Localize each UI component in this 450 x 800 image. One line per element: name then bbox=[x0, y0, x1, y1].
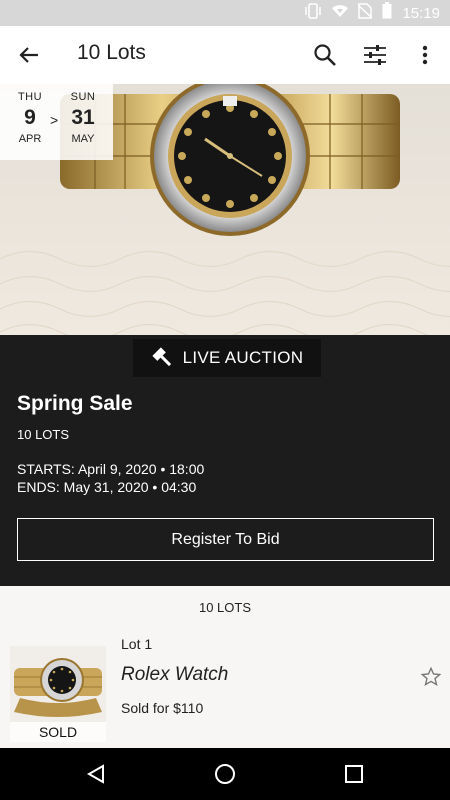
auction-info: LIVE AUCTION Spring Sale 10 LOTS STARTS:… bbox=[0, 335, 450, 586]
nav-home-button[interactable] bbox=[212, 761, 238, 787]
wifi-icon bbox=[332, 4, 349, 23]
back-arrow-icon bbox=[19, 47, 38, 63]
auction-dates: THU 9 APR > SUN 31 MAY bbox=[0, 84, 113, 160]
end-day-of-week: SUN bbox=[70, 91, 96, 103]
start-month: APR bbox=[18, 133, 42, 145]
battery-icon bbox=[382, 2, 392, 24]
end-month: MAY bbox=[71, 133, 95, 145]
auction-hero-image: THU 9 APR > SUN 31 MAY bbox=[0, 84, 450, 335]
no-sim-icon bbox=[357, 2, 373, 24]
sale-title: Spring Sale bbox=[17, 392, 133, 415]
app-bar: 10 Lots bbox=[0, 26, 450, 84]
home-circle-icon bbox=[215, 764, 235, 784]
start-day-of-week: THU bbox=[17, 91, 43, 103]
nav-back-button[interactable] bbox=[83, 761, 109, 787]
lots-list: 10 LOTS SOLD Lot 1 Rolex Watch Sold for … bbox=[0, 586, 450, 748]
live-auction-label: LIVE AUCTION bbox=[182, 348, 304, 367]
back-triangle-icon bbox=[86, 764, 104, 784]
filter-button[interactable] bbox=[360, 38, 390, 72]
system-nav-bar bbox=[0, 748, 450, 800]
live-auction-badge: LIVE AUCTION bbox=[133, 339, 321, 377]
more-options-button[interactable] bbox=[410, 38, 440, 72]
star-outline-icon bbox=[420, 666, 442, 687]
sold-badge: SOLD bbox=[10, 722, 106, 742]
start-date: THU 9 APR bbox=[12, 91, 48, 145]
app-actions bbox=[310, 38, 440, 72]
search-button[interactable] bbox=[310, 38, 340, 72]
status-bar: 15:19 bbox=[0, 0, 450, 26]
nav-recents-button[interactable] bbox=[341, 761, 367, 787]
register-to-bid-button[interactable]: Register To Bid bbox=[17, 518, 434, 561]
favorite-button[interactable] bbox=[420, 666, 442, 688]
page-title: 10 Lots bbox=[77, 41, 146, 64]
recents-square-icon bbox=[345, 765, 363, 783]
lot-price: Sold for $110 bbox=[121, 700, 204, 716]
lot-name: Rolex Watch bbox=[121, 664, 229, 685]
start-day: 9 bbox=[24, 106, 36, 129]
status-icons: 15:19 bbox=[304, 0, 440, 26]
sale-end-time: ENDS: May 31, 2020 • 04:30 bbox=[17, 479, 197, 495]
lot-number: Lot 1 bbox=[121, 636, 153, 652]
end-day: 31 bbox=[71, 106, 95, 129]
more-vert-icon bbox=[422, 45, 428, 65]
vibrate-icon bbox=[304, 2, 322, 24]
sale-start-time: STARTS: April 9, 2020 • 18:00 bbox=[17, 461, 205, 477]
filter-icon bbox=[364, 45, 386, 65]
list-item[interactable]: SOLD Lot 1 Rolex Watch Sold for $110 bbox=[0, 634, 450, 748]
sale-lot-count: 10 LOTS bbox=[17, 427, 70, 442]
gavel-icon bbox=[152, 347, 171, 367]
date-separator: > bbox=[50, 112, 59, 128]
end-date: SUN 31 MAY bbox=[65, 91, 101, 145]
back-button[interactable] bbox=[14, 40, 44, 70]
search-icon bbox=[314, 44, 336, 66]
lots-header: 10 LOTS bbox=[198, 600, 252, 615]
status-time: 15:19 bbox=[402, 4, 440, 22]
lot-thumbnail: SOLD bbox=[10, 646, 106, 742]
